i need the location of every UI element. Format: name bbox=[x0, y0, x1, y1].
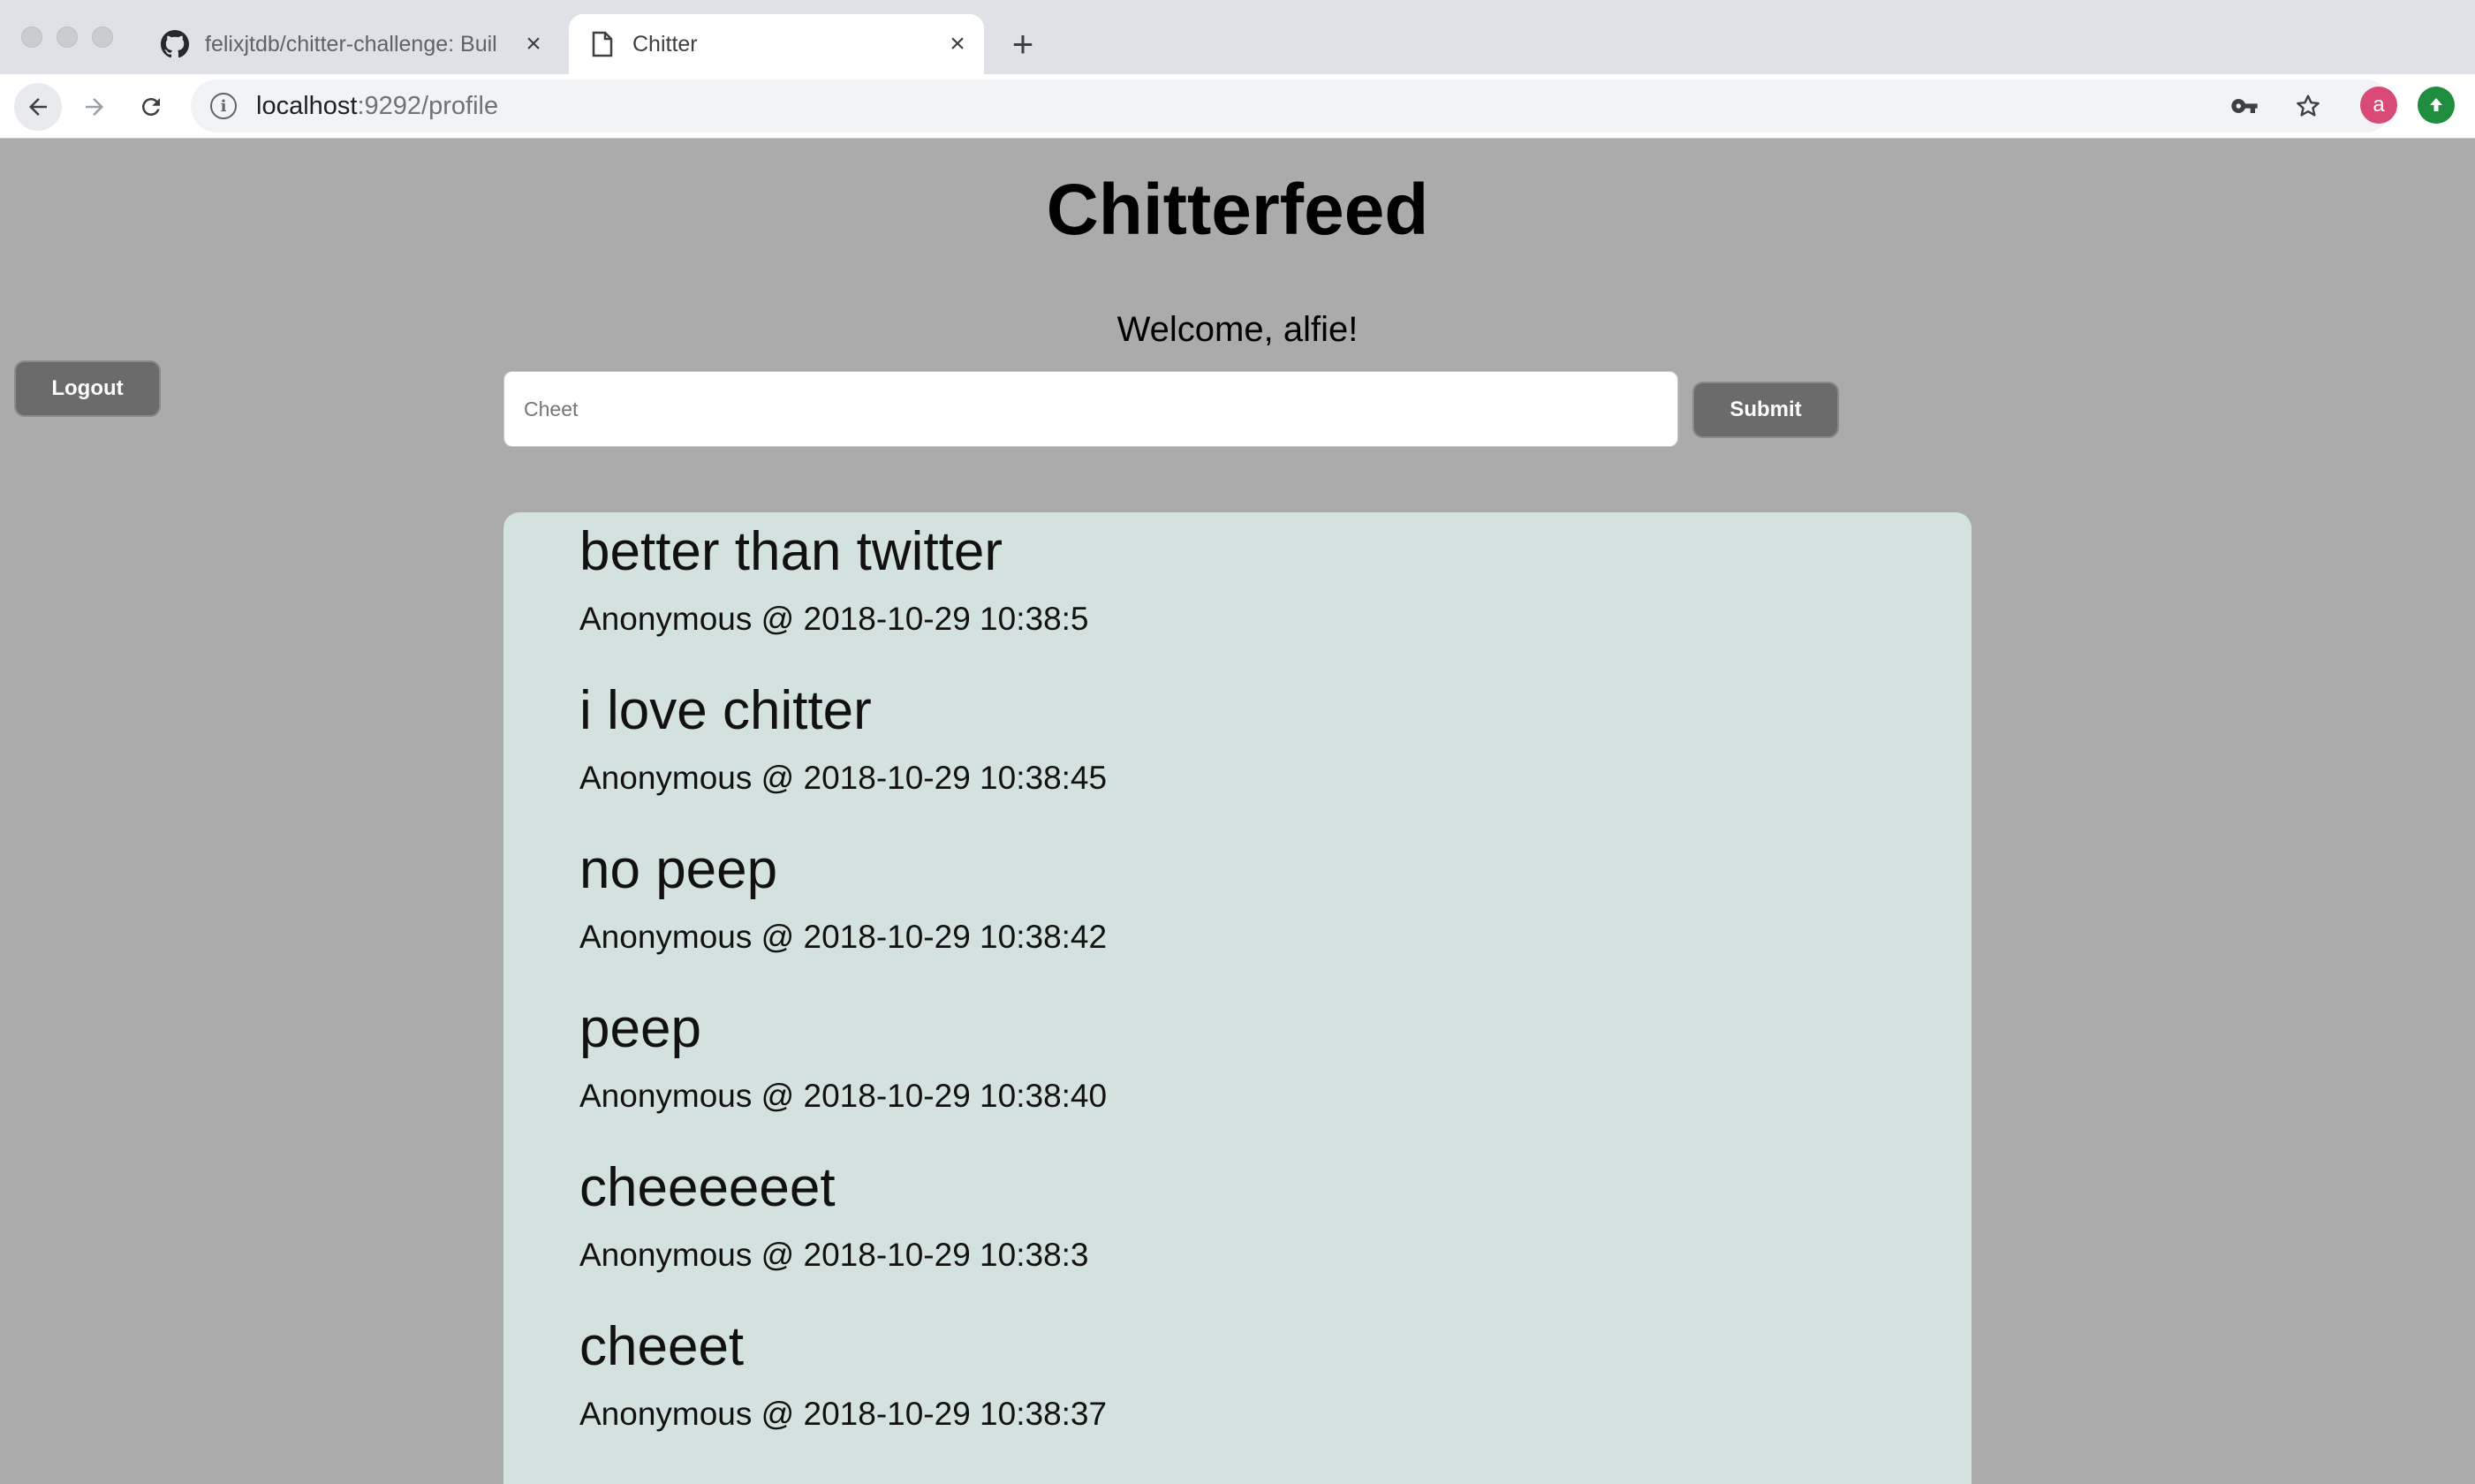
peep-item: better than twitter Anonymous @ 2018-10-… bbox=[579, 521, 1089, 637]
new-tab-icon[interactable]: + bbox=[1002, 23, 1044, 65]
key-icon[interactable] bbox=[2221, 80, 2268, 132]
tab-strip: felixjtdb/chitter-challenge: Buil × Chit… bbox=[0, 0, 2475, 74]
update-arrow-icon[interactable] bbox=[2418, 87, 2455, 124]
bookmark-star-icon[interactable] bbox=[2284, 80, 2332, 132]
address-bar[interactable]: i localhost:9292/profile bbox=[191, 80, 2392, 132]
peep-meta: Anonymous @ 2018-10-29 10:38:42 bbox=[579, 919, 1108, 955]
url-path: :9292/profile bbox=[357, 91, 499, 120]
peep-text: cheeet bbox=[579, 1316, 745, 1377]
peep-item: peep Anonymous @ 2018-10-29 10:38:40 bbox=[579, 998, 1108, 1114]
tab-title: Chitter bbox=[632, 31, 698, 57]
browser-chrome: felixjtdb/chitter-challenge: Buil × Chit… bbox=[0, 0, 2475, 139]
peep-feed: better than twitter Anonymous @ 2018-10-… bbox=[503, 512, 1972, 1484]
welcome-message: Welcome, alfie! bbox=[1116, 310, 1359, 349]
peep-meta: Anonymous @ 2018-10-29 10:38:45 bbox=[579, 760, 1108, 796]
github-icon bbox=[159, 28, 191, 60]
peep-meta: Anonymous @ 2018-10-29 10:38:37 bbox=[579, 1396, 1108, 1432]
peep-item: cheeeeeet Anonymous @ 2018-10-29 10:38:3 bbox=[579, 1157, 1089, 1273]
tab-title: felixjtdb/chitter-challenge: Buil bbox=[205, 31, 497, 57]
reload-icon[interactable] bbox=[127, 83, 175, 131]
peep-meta: Anonymous @ 2018-10-29 10:38:3 bbox=[579, 1237, 1089, 1273]
logout-button[interactable]: Logout bbox=[14, 360, 161, 417]
peep-meta: Anonymous @ 2018-10-29 10:38:5 bbox=[579, 601, 1089, 637]
page-body: Chitterfeed Welcome, alfie! Logout Submi… bbox=[0, 139, 2475, 1484]
info-icon[interactable]: i bbox=[210, 93, 237, 119]
peep-text: i love chitter bbox=[579, 680, 872, 741]
peep-meta: Anonymous @ 2018-10-29 10:38:40 bbox=[579, 1078, 1108, 1114]
tab-close-icon[interactable]: × bbox=[516, 26, 551, 62]
url-text: localhost:9292/profile bbox=[256, 92, 498, 121]
document-icon bbox=[587, 28, 618, 60]
submit-button[interactable]: Submit bbox=[1692, 382, 1839, 438]
peep-item: no peep Anonymous @ 2018-10-29 10:38:42 bbox=[579, 839, 1108, 955]
tab-chitter[interactable]: Chitter × bbox=[569, 14, 984, 74]
peep-text: cheeeeeet bbox=[579, 1157, 836, 1218]
window-close-button[interactable] bbox=[21, 26, 42, 48]
peep-text: better than twitter bbox=[579, 521, 1003, 582]
url-host: localhost bbox=[256, 91, 358, 120]
tab-close-icon[interactable]: × bbox=[940, 26, 975, 62]
forward-icon[interactable] bbox=[71, 83, 118, 131]
peep-text: no peep bbox=[579, 839, 778, 900]
cheet-input[interactable] bbox=[503, 371, 1678, 447]
window-minimize-button[interactable] bbox=[57, 26, 78, 48]
page-title: Chitterfeed bbox=[1046, 170, 1429, 250]
window-zoom-button[interactable] bbox=[92, 26, 113, 48]
profile-avatar[interactable]: a bbox=[2360, 87, 2397, 124]
peep-text: peep bbox=[579, 998, 701, 1059]
peep-item: i love chitter Anonymous @ 2018-10-29 10… bbox=[579, 680, 1108, 796]
peep-item: cheeet Anonymous @ 2018-10-29 10:38:37 bbox=[579, 1316, 1108, 1432]
back-icon[interactable] bbox=[14, 83, 62, 131]
browser-toolbar: i localhost:9292/profile bbox=[0, 74, 2475, 139]
tab-github[interactable]: felixjtdb/chitter-challenge: Buil × bbox=[141, 14, 560, 74]
